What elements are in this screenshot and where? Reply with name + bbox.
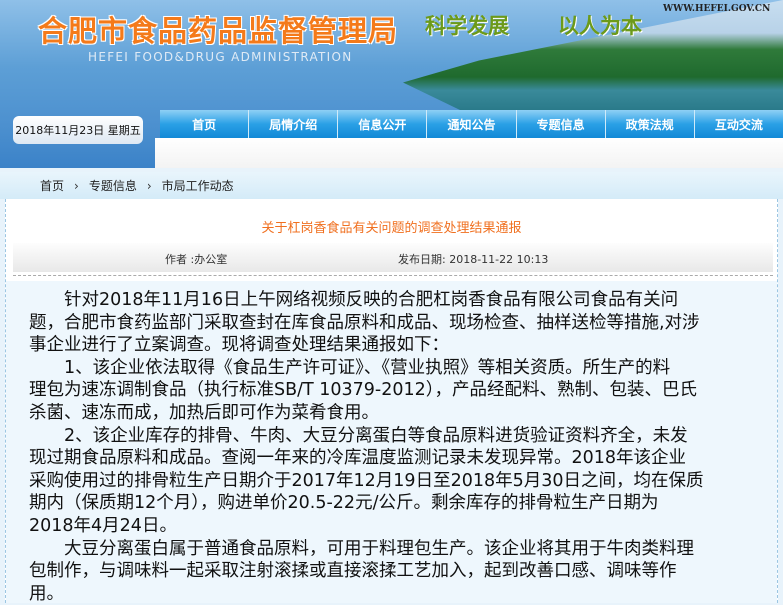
article-line: 1、该企业依法取得《食品生产许可证》、《营业执照》等相关资质。所生产的料 xyxy=(29,357,671,378)
breadcrumb: 首页 › 专题信息 › 市局工作动态 xyxy=(0,172,783,199)
article-body: 针对2018年11月16日上午网络视频反映的合肥杠岗香食品有限公司食品有关问 题，… xyxy=(6,281,777,604)
nav-info-public[interactable]: 信息公开 xyxy=(338,110,428,138)
article-line: 大豆分离蛋白属于普通食品原料，可用于料理包生产。该企业将其用于牛肉类料理 xyxy=(29,538,694,559)
breadcrumb-topics[interactable]: 专题信息 xyxy=(89,177,137,194)
article-line: 事企业进行了立案调查。现将调查处理结果通报如下： xyxy=(29,335,449,356)
article-line: 用。 xyxy=(29,583,64,604)
english-title: HEFEI FOOD&DRUG ADMINISTRATION xyxy=(88,50,353,64)
article-container: 关于杠岗香食品有关问题的调查处理结果通报 作者 :办公室 发布日期: 2018-… xyxy=(5,199,778,604)
article-meta: 作者 :办公室 发布日期: 2018-11-22 10:13 xyxy=(13,243,773,272)
site-url: WWW.HEFEI.GOV.CN xyxy=(663,4,771,14)
article-line: 包制作，与调味料一起采取注射滚揉或直接滚揉工艺加入，起到改善口感、调味等作 xyxy=(29,561,677,582)
article-line: 采购使用过的排骨粒生产日期介于2017年12月19日至2018年5月30日之间，… xyxy=(29,470,704,491)
breadcrumb-separator: › xyxy=(74,178,79,193)
header-banner: 合肥市食品药品监督管理局 科学发展 以人为本 WWW.HEFEI.GOV.CN … xyxy=(0,0,783,168)
article-line: 题，合肥市食药监部门采取查封在库食品原料和成品、现场检查、抽样送检等措施,对涉 xyxy=(29,312,700,333)
main-nav: 首页 局情介绍 信息公开 通知公告 专题信息 政策法规 互动交流 xyxy=(160,110,783,138)
current-date: 2018年11月23日 星期五 xyxy=(13,116,143,144)
nav-underbar xyxy=(155,138,783,168)
divider xyxy=(13,275,773,276)
article-line: 期内（保质期12个月），购进单价20.5-22元/公斤。剩余库存的排骨粒生产日期… xyxy=(29,493,659,514)
slogan-1: 科学发展 xyxy=(425,14,509,38)
article-line: 现过期食品原料和成品。查阅一年来的冷库温度监测记录未发现异常。2018年该企业 xyxy=(29,448,687,469)
nav-policy[interactable]: 政策法规 xyxy=(606,110,695,138)
article-line: 针对2018年11月16日上午网络视频反映的合肥杠岗香食品有限公司食品有关问 xyxy=(29,290,679,310)
article-line: 理包为速冻调制食品（执行标准SB/T 10379-2012），产品经配料、熟制、… xyxy=(29,380,698,401)
nav-notices[interactable]: 通知公告 xyxy=(427,110,517,138)
article-line: 2018年4月24日。 xyxy=(29,515,177,536)
nav-interaction[interactable]: 互动交流 xyxy=(695,110,783,138)
slogan-2: 以人为本 xyxy=(558,14,642,38)
breadcrumb-current[interactable]: 市局工作动态 xyxy=(162,177,234,194)
breadcrumb-separator: › xyxy=(146,178,152,193)
site-title: 合肥市食品药品监督管理局 xyxy=(38,14,399,48)
nav-about[interactable]: 局情介绍 xyxy=(249,110,339,138)
article-line: 2、该企业库存的排骨、牛肉、大豆分离蛋白等食品原料进货验证资料齐全，未发 xyxy=(29,425,688,446)
nav-home[interactable]: 首页 xyxy=(160,110,250,138)
article-author: 作者 :办公室 xyxy=(165,253,228,266)
nav-topics[interactable]: 专题信息 xyxy=(517,110,606,138)
article-line: 杀菌、速冻而成，加热后即可作为菜肴食用。 xyxy=(29,402,379,423)
publish-date: 发布日期: 2018-11-22 10:13 xyxy=(398,253,549,266)
breadcrumb-home[interactable]: 首页 xyxy=(40,177,64,194)
article-title: 关于杠岗香食品有关问题的调查处理结果通报 xyxy=(261,221,522,236)
